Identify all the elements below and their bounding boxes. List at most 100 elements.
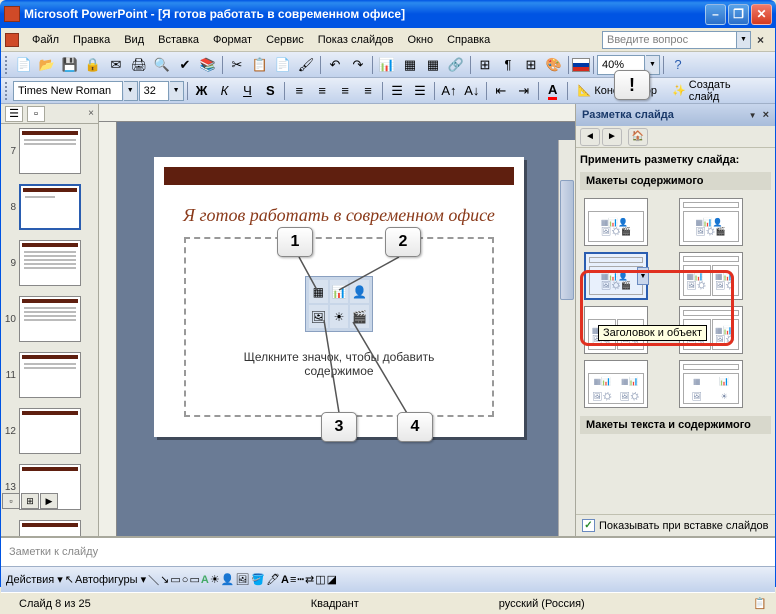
shadow-button[interactable]: ◫ xyxy=(315,573,325,586)
align-justify-button[interactable]: ≡ xyxy=(357,80,379,102)
maximize-button[interactable]: ❐ xyxy=(728,4,749,25)
layout-4content[interactable]: ▦📊▦📊🖼☀🖼☀ xyxy=(584,360,648,408)
hyperlink-button[interactable]: 🔗 xyxy=(445,54,467,76)
wordart-button[interactable]: A xyxy=(201,574,209,586)
insert-chart-icon[interactable]: 📊 xyxy=(330,280,349,303)
align-left-button[interactable]: ≡ xyxy=(288,80,310,102)
format-painter-button[interactable]: 🖌 xyxy=(295,54,317,76)
dash-style-button[interactable]: ┅ xyxy=(297,573,304,586)
paste-button[interactable]: 📄 xyxy=(272,54,294,76)
layout-title-2content[interactable]: ▦📊🖼☀▦📊🖼☀ xyxy=(679,252,743,300)
diagram-button[interactable]: ☀ xyxy=(210,573,220,586)
menu-format[interactable]: Формат xyxy=(206,32,259,48)
fill-color-button[interactable]: 🪣 xyxy=(251,573,265,586)
new-button[interactable]: 📄 xyxy=(13,54,35,76)
3d-button[interactable]: ◪ xyxy=(327,573,337,586)
size-dropdown[interactable]: ▼ xyxy=(170,81,184,101)
vertical-ruler[interactable] xyxy=(99,122,117,536)
new-slide-button[interactable]: ✨ Создать слайд xyxy=(665,80,771,102)
picture-button[interactable]: 🖼 xyxy=(235,573,249,586)
menu-view[interactable]: Вид xyxy=(117,32,151,48)
ask-input[interactable]: Введите вопрос xyxy=(602,31,737,49)
bullets-button[interactable]: ☰ xyxy=(409,80,431,102)
font-dropdown[interactable]: ▼ xyxy=(124,81,138,101)
insert-picture-icon[interactable]: 🖼 xyxy=(309,305,328,328)
arrow-style-button[interactable]: ⇄ xyxy=(305,573,314,586)
redo-button[interactable]: ↷ xyxy=(347,54,369,76)
menu-edit[interactable]: Правка xyxy=(66,32,117,48)
line-button[interactable]: ＼ xyxy=(148,572,159,588)
menu-help[interactable]: Справка xyxy=(440,32,497,48)
document-icon[interactable] xyxy=(5,33,19,47)
layout-blank[interactable]: ▦📊👤🖼☀🎬 xyxy=(584,198,648,246)
underline-button[interactable]: Ч xyxy=(236,80,258,102)
menu-slideshow[interactable]: Показ слайдов xyxy=(311,32,401,48)
save-button[interactable]: 💾 xyxy=(59,54,81,76)
vertical-scrollbar[interactable] xyxy=(558,140,575,536)
slide-canvas[interactable]: Я готов работать в современном офисе ▦ 📊… xyxy=(154,157,524,437)
email-button[interactable]: ✉ xyxy=(105,54,127,76)
table-button[interactable]: ▦ xyxy=(399,54,421,76)
oval-button[interactable]: ○ xyxy=(182,574,189,586)
decrease-font-button[interactable]: A↓ xyxy=(461,80,483,102)
preview-button[interactable]: 🔍 xyxy=(151,54,173,76)
layout-dropdown-icon[interactable]: ▼ xyxy=(637,267,649,285)
research-button[interactable]: 📚 xyxy=(197,54,219,76)
font-color-button[interactable]: A xyxy=(281,574,289,586)
toolbar-grip[interactable] xyxy=(5,82,10,100)
show-formatting-button[interactable]: ¶ xyxy=(497,54,519,76)
size-combo[interactable]: 32 xyxy=(139,81,169,101)
taskpane-body[interactable]: Применить разметку слайда: Макеты содерж… xyxy=(576,148,775,514)
expand-button[interactable]: ⊞ xyxy=(474,54,496,76)
show-on-insert-checkbox[interactable]: ✓ xyxy=(582,519,595,532)
slide-title[interactable]: Я готов работать в современном офисе xyxy=(154,205,524,226)
decrease-indent-button[interactable]: ⇤ xyxy=(490,80,512,102)
menu-file[interactable]: Файл xyxy=(25,32,66,48)
panel-close-button[interactable]: × xyxy=(88,108,94,119)
ask-dropdown[interactable]: ▼ xyxy=(737,31,751,49)
undo-button[interactable]: ↶ xyxy=(324,54,346,76)
horizontal-ruler[interactable] xyxy=(99,104,575,122)
status-icon[interactable]: 📋 xyxy=(753,597,767,610)
rectangle-button[interactable]: ▭ xyxy=(170,573,180,586)
slide-thumbnail[interactable]: 11 xyxy=(1,352,98,398)
nav-forward-button[interactable]: ► xyxy=(602,128,622,146)
sorter-view-button[interactable]: ⊞ xyxy=(21,493,39,509)
autoshapes-menu[interactable]: Автофигуры ▾ xyxy=(75,573,146,586)
increase-indent-button[interactable]: ⇥ xyxy=(513,80,535,102)
nav-home-button[interactable]: 🏠 xyxy=(628,128,648,146)
slide-thumbnail[interactable]: 7 xyxy=(1,128,98,174)
clipart-button[interactable]: 👤 xyxy=(221,573,235,586)
slide-thumbnail[interactable]: 12 xyxy=(1,408,98,454)
select-button[interactable]: ↖ xyxy=(65,573,74,586)
language-flag-icon[interactable] xyxy=(572,58,590,72)
nav-back-button[interactable]: ◄ xyxy=(580,128,600,146)
insert-table-icon[interactable]: ▦ xyxy=(309,280,328,303)
permission-button[interactable]: 🔒 xyxy=(82,54,104,76)
help-button[interactable]: ? xyxy=(667,54,689,76)
font-combo[interactable]: Times New Roman xyxy=(13,81,123,101)
slide-thumbnail[interactable]: 14 xyxy=(1,520,98,536)
align-right-button[interactable]: ≡ xyxy=(334,80,356,102)
menu-insert[interactable]: Вставка xyxy=(151,32,206,48)
taskpane-close-button[interactable]: × xyxy=(763,109,769,121)
spelling-button[interactable]: ✔ xyxy=(174,54,196,76)
insert-media-icon[interactable]: 🎬 xyxy=(350,305,369,328)
minimize-button[interactable]: – xyxy=(705,4,726,25)
menu-window[interactable]: Окно xyxy=(401,32,441,48)
shadow-button[interactable]: S xyxy=(259,80,281,102)
font-color-button[interactable]: A xyxy=(542,80,564,102)
cut-button[interactable]: ✂ xyxy=(226,54,248,76)
layout-content[interactable]: ▦📊👤🖼☀🎬 xyxy=(679,198,743,246)
copy-button[interactable]: 📋 xyxy=(249,54,271,76)
menu-tools[interactable]: Сервис xyxy=(259,32,311,48)
taskpane-menu-arrow[interactable]: ▼ xyxy=(749,111,757,120)
line-color-button[interactable]: 🖊 xyxy=(266,573,280,586)
slide-thumbnails-list[interactable]: 7 8 9 10 11 12 13 14 xyxy=(1,124,98,536)
color-button[interactable]: 🎨 xyxy=(543,54,565,76)
align-center-button[interactable]: ≡ xyxy=(311,80,333,102)
slideshow-view-button[interactable]: ▶ xyxy=(40,493,58,509)
close-button[interactable]: ✕ xyxy=(751,4,772,25)
tables-borders-button[interactable]: ▦ xyxy=(422,54,444,76)
numbering-button[interactable]: ☰ xyxy=(386,80,408,102)
